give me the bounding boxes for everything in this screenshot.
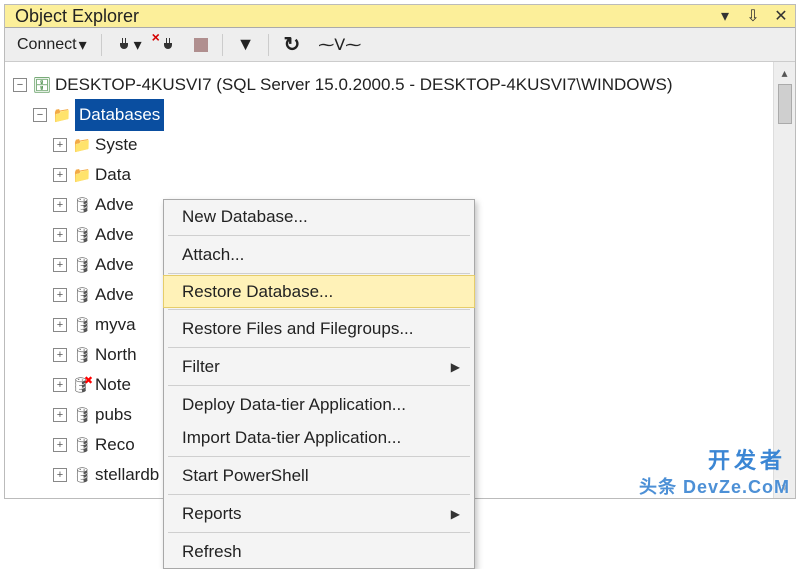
activity-icon[interactable]: ⁓ᐯ⁓ [312, 31, 367, 59]
database-icon: 🛢 [73, 252, 91, 279]
connect-plug-icon[interactable]: ▾ [110, 31, 148, 59]
expand-icon[interactable]: + [53, 408, 67, 422]
expand-icon[interactable]: + [53, 318, 67, 332]
menu-restore-database[interactable]: Restore Database... [163, 275, 475, 308]
databases-label: Databases [75, 99, 164, 132]
folder-icon: 📁 [53, 102, 71, 129]
panel-title: Object Explorer [5, 6, 711, 27]
expand-icon[interactable]: + [53, 198, 67, 212]
filter-icon[interactable]: ▼ [231, 30, 261, 59]
expand-icon[interactable]: + [53, 348, 67, 362]
toolbar-separator [268, 34, 269, 56]
stop-icon[interactable] [188, 34, 214, 56]
menu-deploy-dta[interactable]: Deploy Data-tier Application... [164, 388, 474, 421]
toolbar: Connect ▾ ▾ × ▼ ↻ ⁓ᐯ⁓ [5, 28, 795, 62]
vertical-scrollbar[interactable]: ▴ ▾ [773, 62, 795, 498]
collapse-icon[interactable]: − [13, 78, 27, 92]
menu-restore-files[interactable]: Restore Files and Filegroups... [164, 312, 474, 345]
menu-separator [168, 532, 470, 533]
databases-node[interactable]: − 📁 Databases [9, 100, 769, 130]
database-icon: 🛢 [73, 462, 91, 489]
watermark-text: 开发者 [708, 443, 786, 475]
database-icon: 🛢 [73, 192, 91, 219]
object-explorer-panel: Object Explorer ▾ ⇩ ✕ Connect ▾ ▾ × ▼ ↻ … [4, 4, 796, 499]
menu-separator [168, 235, 470, 236]
menu-separator [168, 309, 470, 310]
expand-icon[interactable]: + [53, 468, 67, 482]
scroll-up-icon[interactable]: ▴ [774, 62, 795, 84]
submenu-arrow-icon: ▶ [451, 360, 460, 374]
dropdown-icon: ▾ [79, 35, 87, 55]
expand-icon[interactable]: + [53, 138, 67, 152]
menu-separator [168, 456, 470, 457]
database-icon: 🛢 [73, 342, 91, 369]
toolbar-separator [222, 34, 223, 56]
panel-titlebar[interactable]: Object Explorer ▾ ⇩ ✕ [5, 5, 795, 28]
menu-attach[interactable]: Attach... [164, 238, 474, 271]
expand-icon[interactable]: + [53, 438, 67, 452]
database-icon: 🛢 [73, 432, 91, 459]
toolbar-separator [101, 34, 102, 56]
server-node[interactable]: − 🗄 DESKTOP-4KUSVI7 (SQL Server 15.0.200… [9, 70, 769, 100]
menu-import-dta[interactable]: Import Data-tier Application... [164, 421, 474, 454]
collapse-icon[interactable]: − [33, 108, 47, 122]
expand-icon[interactable]: + [53, 258, 67, 272]
menu-separator [168, 347, 470, 348]
server-icon: 🗄 [33, 72, 51, 99]
folder-icon: 📁 [73, 162, 91, 189]
close-icon[interactable]: ✕ [767, 6, 795, 26]
folder-icon: 📁 [73, 132, 91, 159]
menu-separator [168, 385, 470, 386]
expand-icon[interactable]: + [53, 228, 67, 242]
window-menu-icon[interactable]: ▾ [711, 6, 739, 26]
pin-icon[interactable]: ⇩ [739, 6, 767, 26]
scroll-thumb[interactable] [778, 84, 792, 124]
database-icon: 🛢 [73, 312, 91, 339]
menu-new-database[interactable]: New Database... [164, 200, 474, 233]
watermark-text: 头条 DevZe.CoM [639, 473, 790, 499]
tree-item-data[interactable]: + 📁 Data [9, 160, 769, 190]
submenu-arrow-icon: ▶ [451, 507, 460, 521]
disconnect-plug-icon[interactable]: × [154, 33, 182, 57]
tree-item-system[interactable]: + 📁 Syste [9, 130, 769, 160]
expand-icon[interactable]: + [53, 168, 67, 182]
menu-refresh[interactable]: Refresh [164, 535, 474, 568]
server-label: DESKTOP-4KUSVI7 (SQL Server 15.0.2000.5 … [55, 70, 673, 101]
refresh-icon[interactable]: ↻ [277, 28, 306, 61]
expand-icon[interactable]: + [53, 288, 67, 302]
context-menu: New Database... Attach... Restore Databa… [163, 199, 475, 569]
database-icon: 🛢 [73, 222, 91, 249]
database-icon: 🛢 [73, 402, 91, 429]
database-icon: 🛢 [73, 282, 91, 309]
connect-button[interactable]: Connect ▾ [11, 31, 93, 59]
expand-icon[interactable]: + [53, 378, 67, 392]
content-area: − 🗄 DESKTOP-4KUSVI7 (SQL Server 15.0.200… [5, 62, 795, 498]
menu-separator [168, 494, 470, 495]
database-offline-icon: 🛢✖ [73, 372, 91, 399]
menu-start-powershell[interactable]: Start PowerShell [164, 459, 474, 492]
menu-filter[interactable]: Filter▶ [164, 350, 474, 383]
menu-reports[interactable]: Reports▶ [164, 497, 474, 530]
menu-separator [168, 273, 470, 274]
